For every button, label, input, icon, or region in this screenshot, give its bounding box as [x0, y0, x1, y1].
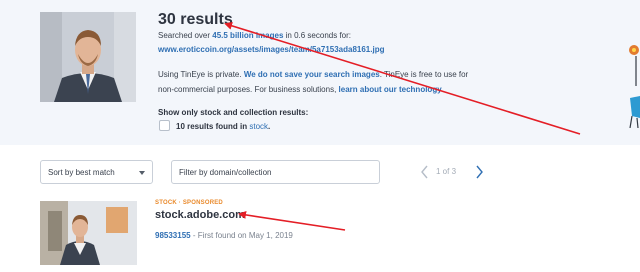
- stock-count-text: 10 results found in: [176, 122, 250, 131]
- pagination: 1 of 3: [420, 164, 486, 180]
- results-count-title: 30 results: [158, 11, 233, 28]
- first-found-date: - First found on May 1, 2019: [190, 231, 293, 240]
- indexed-images-count[interactable]: 45.5 billion images: [212, 31, 283, 40]
- search-stats-suffix: in 0.6 seconds for:: [283, 31, 351, 40]
- result-first-found: 98533155 - First found on May 1, 2019: [155, 231, 293, 240]
- stock-filter-heading: Show only stock and collection results:: [158, 108, 309, 117]
- privacy-notice-line-1: Using TinEye is private. We do not save …: [158, 70, 468, 79]
- privacy-notice-line-2: non-commercial purposes. For business so…: [158, 85, 444, 94]
- privacy-text-2: . TinEye is free to use for: [379, 70, 469, 79]
- stock-image-id-link[interactable]: 98533155: [155, 231, 191, 240]
- page-indicator: 1 of 3: [436, 167, 457, 176]
- stock-count-suffix: .: [268, 122, 271, 131]
- stock-results-count: 10 results found in stock.: [176, 122, 270, 131]
- stock-only-checkbox[interactable]: [159, 120, 170, 131]
- no-save-policy-link[interactable]: We do not save your search images: [244, 70, 380, 79]
- result-domain[interactable]: stock.adobe.com: [155, 209, 245, 221]
- domain-filter-input[interactable]: [171, 160, 380, 184]
- query-image-url[interactable]: www.eroticcoin.org/assets/images/team/5a…: [158, 45, 384, 54]
- privacy-text-1: Using TinEye is private.: [158, 70, 244, 79]
- annotation-arrow-to-result-domain: [238, 210, 346, 231]
- match-image-thumbnail[interactable]: [40, 201, 137, 265]
- robot-mascot-illustration: [629, 45, 640, 128]
- technology-link[interactable]: learn about our technology: [339, 85, 442, 94]
- query-portrait-image: [40, 12, 136, 102]
- match-portrait-image: [40, 201, 137, 265]
- sort-order-select[interactable]: Sort by best match: [40, 160, 153, 184]
- chevron-down-icon: [139, 171, 145, 175]
- sort-selected-value: Sort by best match: [48, 168, 115, 177]
- business-text-end: .: [441, 85, 444, 94]
- search-summary-panel: 30 results Searched over 45.5 billion im…: [0, 0, 640, 145]
- query-image-thumbnail[interactable]: [40, 12, 136, 102]
- stock-collection-link[interactable]: stock: [249, 122, 268, 131]
- chevron-left-icon[interactable]: [420, 164, 430, 180]
- search-stats-prefix: Searched over: [158, 31, 213, 40]
- business-text: non-commercial purposes. For business so…: [158, 85, 339, 94]
- search-stats-line: Searched over 45.5 billion images in 0.6…: [158, 31, 351, 40]
- chevron-right-icon[interactable]: [474, 164, 484, 180]
- stock-sponsored-badge: STOCK · SPONSORED: [155, 200, 223, 206]
